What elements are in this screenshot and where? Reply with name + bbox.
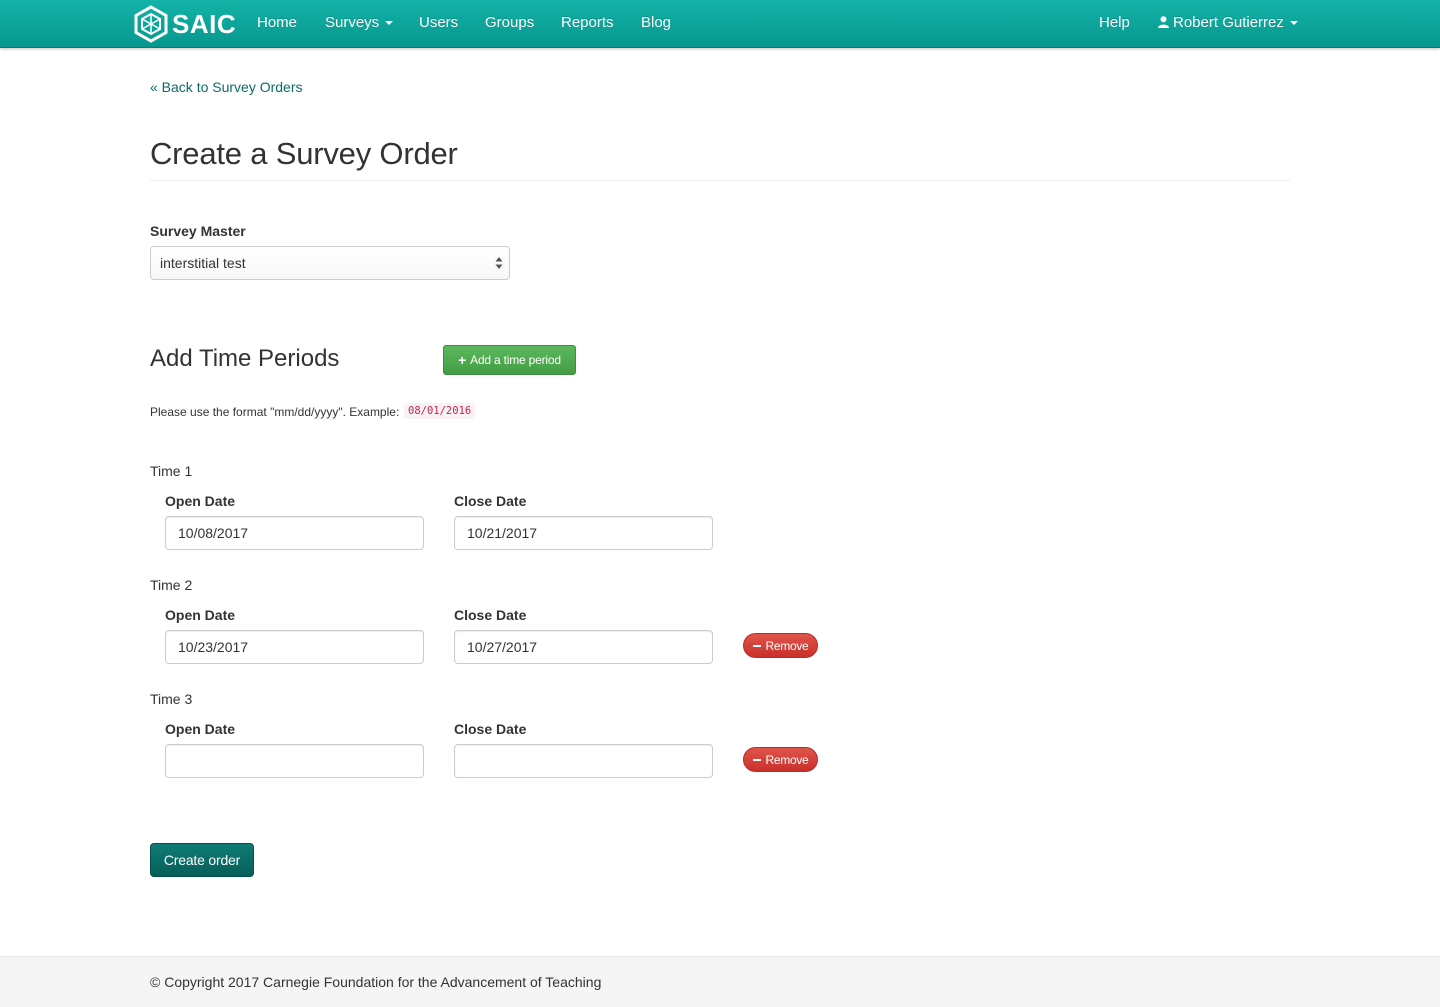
close-date-input[interactable]: 10/27/2017 [454, 630, 713, 664]
user-icon [1158, 16, 1169, 28]
nav-users[interactable]: Users [419, 14, 458, 31]
caret-down-icon [385, 21, 394, 26]
remove-time-period-button[interactable]: Remove [743, 747, 818, 772]
caret-down-icon [1289, 21, 1298, 26]
time-period-label: Time 3 [150, 691, 193, 707]
close-date-input[interactable]: 10/21/2017 [454, 516, 713, 550]
open-date-input[interactable]: 10/08/2017 [165, 516, 424, 550]
brand-link[interactable]: SAIC [134, 4, 236, 44]
title-divider [150, 180, 1290, 181]
minus-icon [752, 644, 761, 647]
time-period-label: Time 2 [150, 577, 193, 593]
plus-icon: + [458, 352, 467, 368]
close-date-label: Close Date [454, 721, 527, 737]
nav-help[interactable]: Help [1099, 14, 1130, 31]
footer: © Copyright 2017 Carnegie Foundation for… [0, 956, 1440, 1007]
nav-surveys-label: Surveys [325, 14, 380, 31]
user-menu-dropdown[interactable]: Robert Gutierrez [1158, 14, 1298, 31]
hexagon-logo-icon [134, 5, 168, 43]
close-date-label: Close Date [454, 493, 527, 509]
close-date-label: Close Date [454, 607, 527, 623]
open-date-input[interactable] [165, 744, 424, 778]
open-date-label: Open Date [165, 493, 236, 509]
remove-label: Remove [765, 752, 809, 767]
time-periods-heading: Add Time Periods [150, 345, 340, 372]
nav-groups[interactable]: Groups [485, 14, 534, 31]
top-navbar: SAIC Home Surveys Users Groups Reports B… [0, 0, 1440, 48]
add-time-period-button[interactable]: + Add a time period [443, 345, 576, 375]
survey-master-selected-value: interstitial test [160, 255, 246, 271]
open-date-label: Open Date [165, 607, 236, 623]
copyright-text: © Copyright 2017 Carnegie Foundation for… [150, 974, 602, 990]
brand-name: SAIC [172, 8, 237, 39]
user-name: Robert Gutierrez [1173, 14, 1284, 31]
add-time-period-label: Add a time period [470, 353, 561, 367]
date-format-help: Please use the format "mm/dd/yyyy". Exam… [150, 405, 400, 419]
survey-master-select[interactable]: interstitial test [150, 246, 510, 280]
remove-label: Remove [765, 638, 809, 653]
open-date-input[interactable]: 10/23/2017 [165, 630, 424, 664]
time-period-label: Time 1 [150, 463, 193, 479]
survey-master-label: Survey Master [150, 223, 246, 239]
minus-icon [752, 758, 761, 761]
close-date-input[interactable] [454, 744, 713, 778]
back-to-survey-orders-link[interactable]: « Back to Survey Orders [150, 79, 303, 95]
nav-reports[interactable]: Reports [561, 14, 614, 31]
create-order-button[interactable]: Create order [150, 843, 254, 877]
nav-home[interactable]: Home [257, 14, 297, 31]
page-title: Create a Survey Order [150, 136, 458, 171]
select-arrows-icon [495, 257, 503, 269]
nav-blog[interactable]: Blog [641, 14, 671, 31]
open-date-label: Open Date [165, 721, 236, 737]
date-format-example: 08/01/2016 [404, 403, 476, 419]
nav-surveys-dropdown[interactable]: Surveys [325, 14, 394, 31]
remove-time-period-button[interactable]: Remove [743, 633, 818, 658]
